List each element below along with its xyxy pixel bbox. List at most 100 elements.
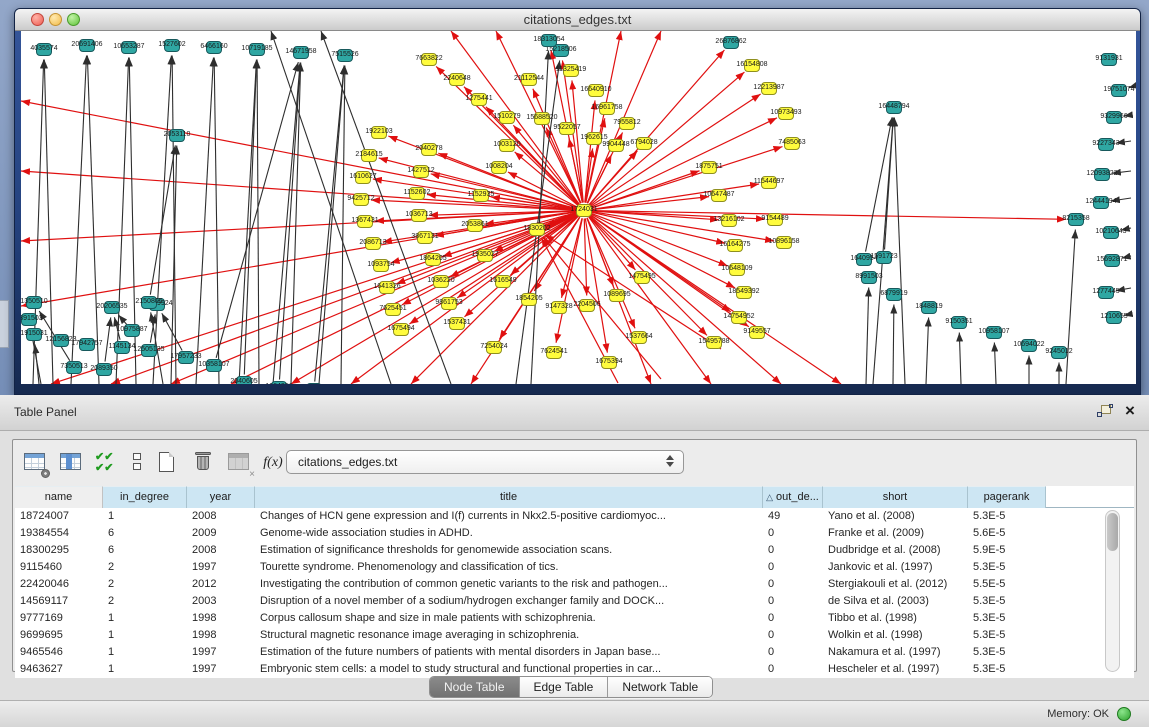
graph-node[interactable]: 1537431 xyxy=(449,317,465,330)
column-header-pagerank[interactable]: pagerank xyxy=(968,486,1046,508)
graph-node[interactable]: 8991503 xyxy=(861,271,877,284)
graph-node[interactable]: 1275441 xyxy=(471,93,487,106)
graph-node[interactable]: 7624541 xyxy=(546,346,562,359)
graph-node[interactable]: 2240648 xyxy=(449,73,465,86)
graph-node[interactable]: 9131931 xyxy=(1101,53,1117,66)
graph-node[interactable]: 1724031 xyxy=(576,204,592,217)
graph-node[interactable]: 10694022 xyxy=(1021,339,1037,352)
graph-node[interactable]: 26876862 xyxy=(723,36,739,49)
table-row[interactable]: 911546021997Tourette syndrome. Phenomeno… xyxy=(15,559,1134,576)
graph-node[interactable]: 16448794 xyxy=(886,101,902,114)
graph-node[interactable]: 12505135 xyxy=(141,344,157,357)
graph-node[interactable]: 1277445 xyxy=(1098,286,1114,299)
graph-node[interactable]: 1003120 xyxy=(499,139,515,152)
graph-node[interactable]: 1089695 xyxy=(609,289,625,302)
table-row[interactable]: 977716911998Corpus callosum shape and si… xyxy=(15,610,1134,627)
graph-node[interactable]: 13216102 xyxy=(721,214,737,227)
graph-node[interactable]: 1064951 xyxy=(271,381,287,384)
graph-node[interactable]: 14671958 xyxy=(293,46,309,59)
graph-node[interactable]: 1367431 xyxy=(357,215,373,228)
graph-node[interactable]: 2040605 xyxy=(236,376,252,384)
graph-node[interactable]: 12093822 xyxy=(1094,168,1110,181)
graph-node[interactable]: 6794028 xyxy=(636,137,652,150)
graph-node[interactable]: 10648109 xyxy=(729,263,745,276)
graph-node[interactable]: 10358107 xyxy=(206,359,222,372)
delete-column-icon[interactable] xyxy=(189,449,217,477)
graph-node[interactable]: 1922103 xyxy=(371,126,387,139)
graph-node[interactable]: 1830202 xyxy=(529,223,545,236)
graph-node[interactable]: 1875751 xyxy=(701,161,717,174)
graph-node[interactable]: 1152602 xyxy=(409,187,425,200)
float-panel-icon[interactable] xyxy=(1097,404,1115,420)
graph-node[interactable]: 7625451 xyxy=(385,303,401,316)
tab-edge-table[interactable]: Edge Table xyxy=(520,677,609,698)
graph-node[interactable]: 9861753 xyxy=(441,297,457,310)
graph-node[interactable]: 10975887 xyxy=(124,324,140,337)
select-all-icon[interactable]: ✔✔✔✔ xyxy=(93,449,121,477)
column-header-name[interactable]: name xyxy=(15,486,103,508)
graph-node[interactable]: 2204506 xyxy=(579,299,595,312)
graph-node[interactable]: 9522057 xyxy=(559,122,575,135)
tab-node-table[interactable]: Node Table xyxy=(430,677,520,698)
create-column-icon[interactable] xyxy=(153,449,181,477)
graph-node[interactable]: 1510279 xyxy=(499,111,515,124)
graph-node[interactable]: 9147328 xyxy=(551,301,567,314)
graph-node[interactable]: 9149557 xyxy=(749,326,765,339)
network-canvas[interactable]: 1724031766382222406481275441151027915218… xyxy=(21,31,1136,384)
graph-node[interactable]: 1757504 xyxy=(306,383,322,384)
graph-node[interactable]: 16154808 xyxy=(744,59,760,72)
table-row[interactable]: 946554611997Estimation of the future num… xyxy=(15,644,1134,661)
graph-node[interactable]: 10958107 xyxy=(986,326,1002,339)
graph-node[interactable]: 6466160 xyxy=(206,41,222,54)
graph-node[interactable]: 1675394 xyxy=(601,356,617,369)
graph-node[interactable]: 2150805 xyxy=(141,296,157,309)
graph-node[interactable]: 11544697 xyxy=(761,176,777,189)
graph-node[interactable]: 1036713 xyxy=(411,209,427,222)
graph-node[interactable]: 1640954 xyxy=(856,253,872,266)
graph-node[interactable]: 1864205 xyxy=(425,253,441,266)
graph-node[interactable]: 9154489 xyxy=(767,213,783,226)
graph-node[interactable]: 20691406 xyxy=(79,39,95,52)
table-row[interactable]: 1456911722003Disruption of a novel membe… xyxy=(15,593,1134,610)
table-mode-icon[interactable] xyxy=(21,449,49,477)
window-titlebar[interactable]: citations_edges.txt xyxy=(15,9,1140,31)
table-selector-dropdown[interactable]: citations_edges.txt xyxy=(286,450,684,474)
column-header-title[interactable]: title xyxy=(255,486,763,508)
graph-node[interactable]: 15692871 xyxy=(1104,254,1120,267)
graph-node[interactable]: 14754952 xyxy=(731,311,747,324)
graph-node[interactable]: 18549392 xyxy=(736,286,752,299)
function-builder-icon[interactable]: f(x) xyxy=(259,449,287,477)
graph-node[interactable]: 1935027 xyxy=(477,249,493,262)
graph-node[interactable]: 21112544 xyxy=(521,73,537,86)
graph-node[interactable]: 1591723 xyxy=(876,251,892,264)
graph-node[interactable]: 10719185 xyxy=(249,43,265,56)
graph-node[interactable]: 1008204 xyxy=(491,161,507,174)
graph-node[interactable]: 3867131 xyxy=(417,231,433,244)
graph-node[interactable]: 16640910 xyxy=(588,84,604,97)
graph-node[interactable]: 7515526 xyxy=(337,49,353,62)
show-columns-icon[interactable] xyxy=(57,449,85,477)
column-header-year[interactable]: year xyxy=(187,486,255,508)
graph-node[interactable]: 10210643 xyxy=(1103,226,1119,239)
graph-node[interactable]: 9904448 xyxy=(608,139,624,152)
graph-node[interactable]: 10973493 xyxy=(778,107,794,120)
graph-node[interactable]: 9391503 xyxy=(21,313,37,326)
graph-node[interactable]: 4035574 xyxy=(36,43,52,56)
column-header-out_de[interactable]: △out_de... xyxy=(763,486,823,508)
graph-node[interactable]: 9329966 xyxy=(1106,111,1122,124)
graph-node[interactable]: 1527602 xyxy=(164,39,180,52)
graph-node[interactable]: 1537664 xyxy=(631,331,647,344)
graph-node[interactable]: 2053110 xyxy=(169,129,185,142)
row-height-icon[interactable] xyxy=(123,449,151,477)
graph-node[interactable]: 9227343 xyxy=(1098,138,1114,151)
graph-node[interactable]: 19751074 xyxy=(1111,84,1127,97)
graph-node[interactable]: 7485063 xyxy=(784,137,800,150)
graph-node[interactable]: 1145134 xyxy=(114,341,130,354)
table-row[interactable]: 1872400712008Changes of HCN gene express… xyxy=(15,508,1134,525)
graph-node[interactable]: 2040278 xyxy=(421,143,437,156)
graph-node[interactable]: 1641326 xyxy=(379,281,395,294)
graph-node[interactable]: 2089350 xyxy=(96,363,112,376)
table-scrollbar-thumb[interactable] xyxy=(1107,513,1118,551)
graph-node[interactable]: 12444194 xyxy=(1093,196,1109,209)
close-panel-icon[interactable]: × xyxy=(1121,401,1139,421)
